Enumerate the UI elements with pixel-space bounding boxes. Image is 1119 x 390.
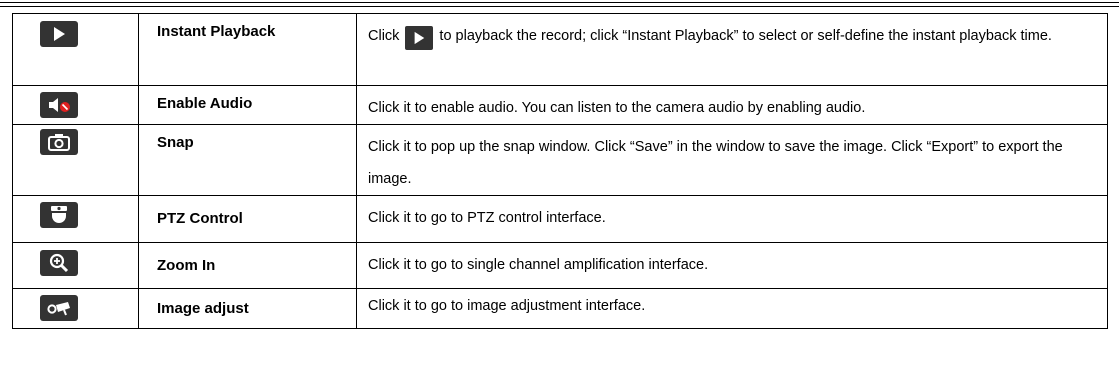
- desc-cell: Click it to go to image adjustment inter…: [356, 288, 1108, 329]
- desc-suffix: to playback the record; click “Instant P…: [439, 28, 1052, 44]
- desc-prefix: Click: [368, 28, 400, 44]
- icon-cell: [12, 13, 139, 86]
- row-name: Enable Audio: [157, 95, 253, 112]
- desc-cell: Click it to enable audio. You can listen…: [356, 85, 1108, 125]
- row-description: Click it to go to PTZ control interface.: [368, 210, 606, 226]
- desc-cell: Click it to go to single channel amplifi…: [356, 242, 1108, 289]
- row-description: Click to playback the record; click “Inst…: [357, 14, 1107, 52]
- name-cell: Image adjust: [138, 288, 357, 329]
- audio-disabled-icon: [40, 92, 78, 118]
- table-row: Snap Click it to pop up the snap window.…: [12, 124, 1108, 196]
- image-adjust-icon: [40, 295, 78, 321]
- row-name: PTZ Control: [157, 210, 243, 227]
- top-rule: [0, 2, 1119, 3]
- name-cell: Instant Playback: [138, 13, 357, 86]
- row-description: Click it to go to image adjustment inter…: [368, 298, 646, 314]
- table-row: Zoom In Click it to go to single channel…: [12, 242, 1108, 289]
- row-name: Zoom In: [157, 257, 216, 274]
- row-description: Click it to pop up the snap window. Clic…: [368, 139, 1063, 187]
- icon-cell: [12, 242, 139, 289]
- row-description: Click it to go to single channel amplifi…: [368, 257, 709, 273]
- top-rule-secondary: [0, 6, 1119, 7]
- icon-cell: [12, 288, 139, 329]
- row-description: Click it to enable audio. You can listen…: [368, 100, 866, 116]
- row-name: Image adjust: [157, 300, 249, 317]
- table-row: Enable Audio Click it to enable audio. Y…: [12, 85, 1108, 125]
- icon-cell: [12, 195, 139, 243]
- function-table: Instant Playback Click to playback the re…: [12, 13, 1108, 329]
- camera-snap-icon: [40, 129, 78, 155]
- zoom-in-icon: [40, 250, 78, 276]
- name-cell: PTZ Control: [138, 195, 357, 243]
- name-cell: Zoom In: [138, 242, 357, 289]
- desc-cell: Click it to pop up the snap window. Clic…: [356, 124, 1108, 196]
- play-icon: [40, 21, 78, 47]
- desc-cell: Click to playback the record; click “Inst…: [356, 13, 1108, 86]
- name-cell: Snap: [138, 124, 357, 196]
- table-row: PTZ Control Click it to go to PTZ contro…: [12, 195, 1108, 243]
- icon-cell: [12, 124, 139, 196]
- desc-cell: Click it to go to PTZ control interface.: [356, 195, 1108, 243]
- icon-cell: [12, 85, 139, 125]
- ptz-dome-icon: [40, 202, 78, 228]
- row-name: Snap: [157, 134, 194, 151]
- play-icon: [405, 26, 434, 50]
- table-row: Instant Playback Click to playback the re…: [12, 13, 1108, 86]
- name-cell: Enable Audio: [138, 85, 357, 125]
- row-name: Instant Playback: [157, 23, 276, 40]
- table-row: Image adjust Click it to go to image adj…: [12, 288, 1108, 329]
